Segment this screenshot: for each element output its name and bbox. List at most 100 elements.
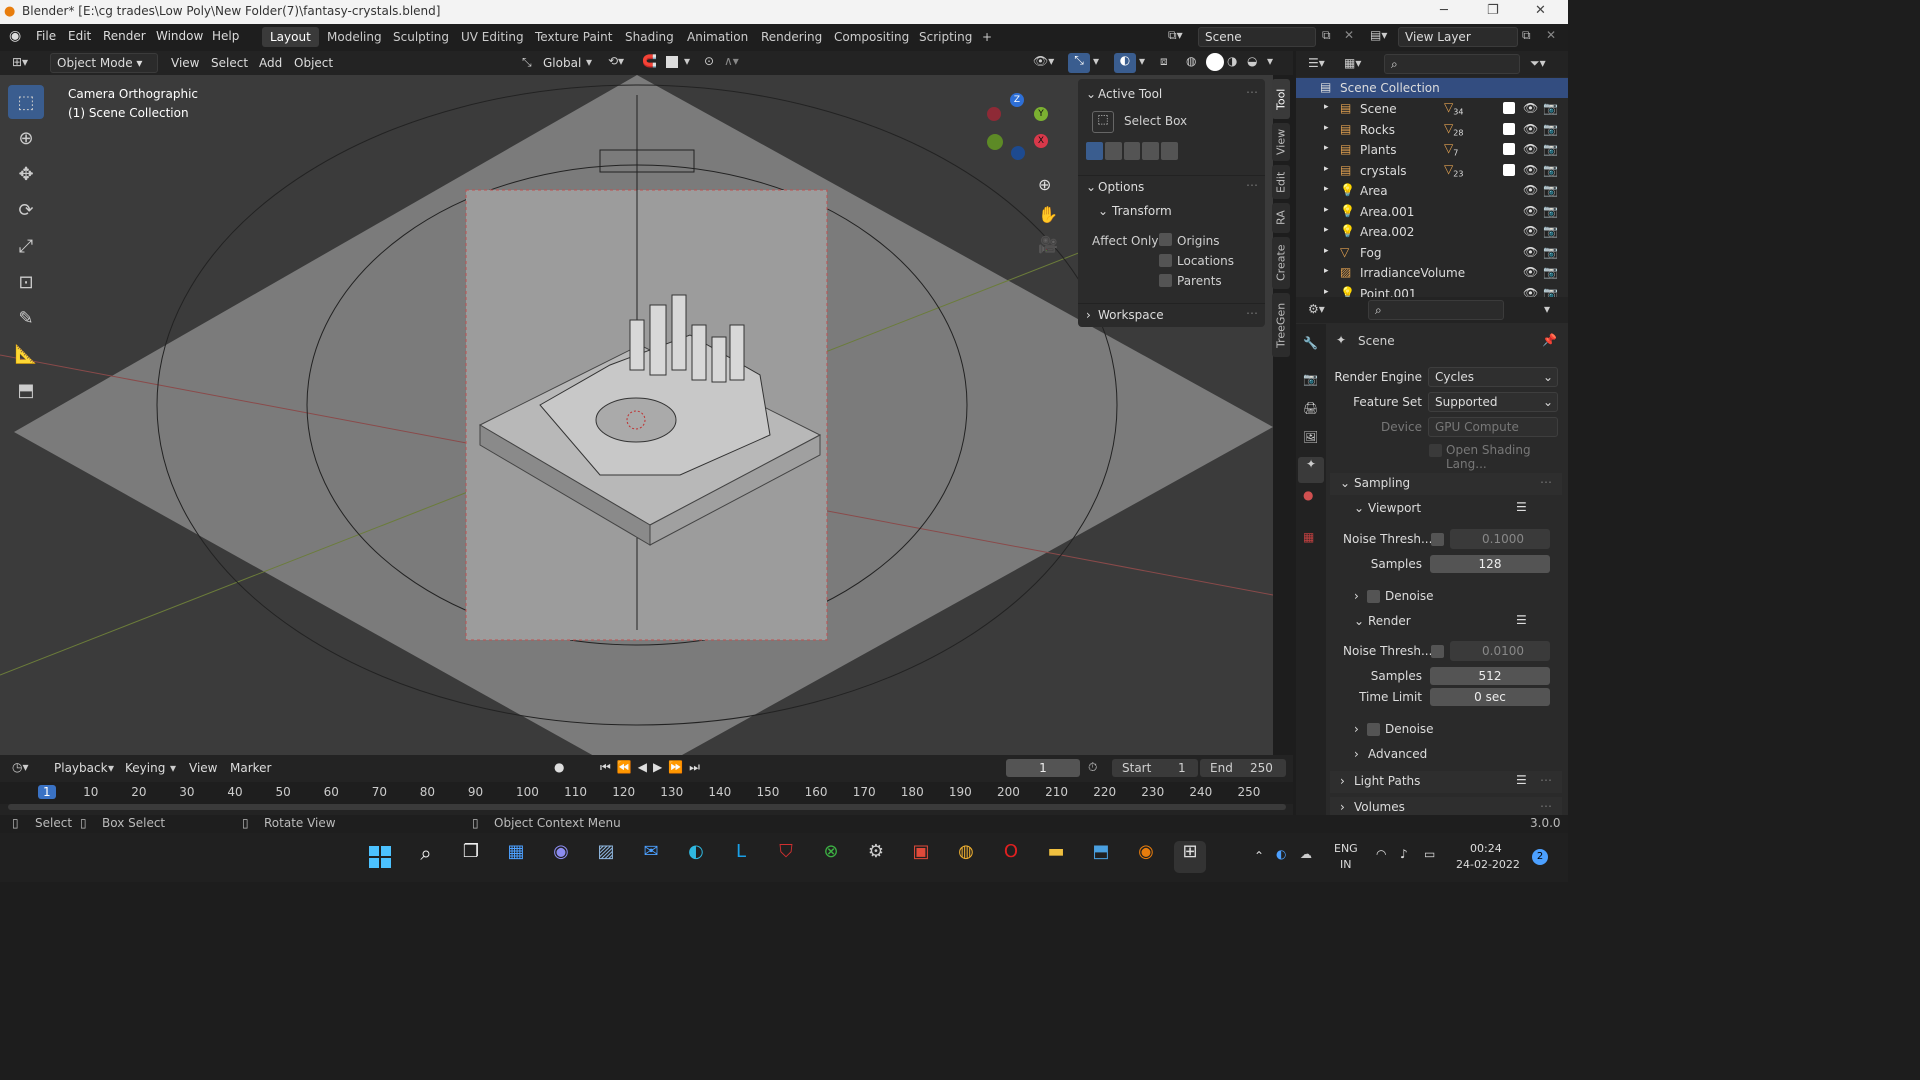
mcafee-icon[interactable]: ⛉ [770,841,802,873]
view-layer-icon[interactable]: ▤▾ [1370,28,1387,42]
material-shading-icon[interactable]: ◑ [1227,54,1237,68]
outliner-row-plants[interactable]: ▸ ▤ Plants ▽7 👁 📷 [1296,140,1568,160]
timeline-menu-view[interactable]: View [189,761,217,775]
search-icon[interactable]: ⌕ [410,841,442,873]
r-noise-field[interactable]: 0.0100 [1450,641,1550,661]
volume-icon[interactable]: ♪ [1400,847,1408,861]
expand-arrow-icon[interactable]: ▸ [1324,143,1329,153]
expand-arrow-icon[interactable]: ▸ [1324,225,1329,235]
mail-icon[interactable]: ✉ [635,841,667,873]
eye-icon[interactable]: 👁 [1523,245,1538,259]
scale-tool-icon[interactable]: ⤢ [8,229,44,263]
world-tab-icon[interactable]: ● [1303,488,1313,502]
render-tab-icon[interactable]: 📷 [1303,372,1318,386]
eye-icon[interactable]: 👁 [1523,122,1538,136]
timeline-menu-marker[interactable]: Marker [230,761,271,775]
gizmo-toggle-icon[interactable]: ⤡ [1068,53,1090,73]
editor-type-icon[interactable]: ⊞▾ [12,55,28,69]
timeline-menu-keying[interactable]: Keying [125,761,165,775]
gizmo-z[interactable]: Z [1010,93,1024,107]
mode-intersect-icon[interactable] [1161,142,1178,160]
menu-help[interactable]: Help [212,29,239,43]
navigation-gizmo[interactable]: Z Y X [983,90,1053,160]
menu-edit[interactable]: Edit [68,29,91,43]
outliner-editor-icon[interactable]: ☰▾ [1308,56,1325,70]
lang-line1[interactable]: ENG [1334,842,1358,855]
wifi-icon[interactable]: ◠ [1376,847,1386,861]
expand-arrow-icon[interactable]: ▸ [1324,287,1329,297]
menu-window[interactable]: Window [156,29,203,43]
minimize-button[interactable]: ─ [1440,3,1448,18]
presets-list-icon[interactable]: ☰ [1516,613,1527,627]
orientation-dropdown[interactable]: Global [543,56,581,70]
outliner-row-crystals[interactable]: ▸ ▤ crystals ▽23 👁 📷 [1296,161,1568,181]
outliner-row-scene[interactable]: ▸ ▤ Scene ▽34 👁 📷 [1296,99,1568,119]
menu-render[interactable]: Render [103,29,146,43]
feature-set-dropdown[interactable]: Supported ⌄ [1428,392,1558,412]
tab-modeling[interactable]: Modeling [319,27,390,47]
chrome-icon[interactable]: ◍ [950,841,982,873]
mode-subtract-icon[interactable] [1123,142,1141,160]
time-limit-field[interactable]: 0 sec [1430,688,1550,706]
app-l-icon[interactable]: L [725,841,757,873]
clock-date[interactable]: 24-02-2022 [1456,858,1520,871]
expand-arrow-icon[interactable]: ▸ [1324,246,1329,256]
camera-render-icon[interactable]: 📷 [1543,204,1558,218]
scene-selector-icon[interactable]: ⧉▾ [1168,28,1183,43]
viewport-menu-view[interactable]: View [171,56,199,70]
falloff-icon[interactable]: ∧▾ [724,54,739,68]
clock-icon[interactable]: ⏱ [1088,760,1097,775]
drag-handle-icon[interactable]: ⋯ [1540,773,1552,787]
tool-tab-icon[interactable]: 🔧 [1303,336,1318,350]
options-chevron-icon[interactable]: ▾ [1544,302,1550,316]
edge-icon[interactable]: ◐ [680,841,712,873]
mode-set-icon[interactable] [1086,142,1103,160]
widgets-icon[interactable]: ▦ [500,841,532,873]
app-blue-icon[interactable]: ⬒ [1085,841,1117,873]
xray-icon[interactable]: ⧈ [1160,54,1168,69]
move-tool-icon[interactable]: ✥ [8,157,44,191]
camera-render-icon[interactable]: 📷 [1543,101,1558,115]
object-mode-dropdown[interactable]: Object Mode ▾ [50,53,158,73]
gizmo-y[interactable]: Y [1034,107,1048,121]
camera-render-icon[interactable]: 📷 [1543,224,1558,238]
timeline-editor-icon[interactable]: ◷▾ [12,760,29,774]
snap-icon[interactable]: 🧲 [642,54,657,68]
render-engine-dropdown[interactable]: Cycles ⌄ [1428,367,1558,387]
camera-render-icon[interactable]: 📷 [1543,265,1558,279]
scene-tab-icon[interactable]: ✦ [1298,457,1324,483]
sampling-panel-header[interactable]: ⌄ Sampling ⋯ [1330,473,1562,495]
exclude-checkbox[interactable] [1503,102,1515,114]
expand-arrow-icon[interactable]: ▸ [1324,102,1329,112]
device-dropdown[interactable]: GPU Compute [1428,417,1558,437]
tab-shading[interactable]: Shading [617,27,682,47]
tab-view[interactable]: View [1272,123,1290,161]
zoom-icon[interactable]: ⊕ [1038,175,1051,194]
exclude-checkbox[interactable] [1503,122,1515,135]
camera-render-icon[interactable]: 📷 [1543,142,1558,156]
frame-ruler[interactable]: 1 10 20 30 40 50 60 70 80 90 100 110 120 130 140 150 160… [0,782,1293,804]
tab-edit[interactable]: Edit [1272,165,1290,199]
clock-time[interactable]: 00:24 [1470,842,1502,855]
properties-search-input[interactable]: ⌕ [1368,300,1504,320]
eye-icon[interactable]: 👁 [1523,204,1538,218]
transform-tool-icon[interactable]: ⊡ [8,265,44,299]
texture-tab-icon[interactable]: ▦ [1303,530,1314,544]
playback-controls[interactable]: ⏮⏪◀▶⏩⏭ [600,760,706,775]
cursor-tool-icon[interactable]: ⊕ [8,121,44,155]
expand-arrow-icon[interactable]: ▸ [1324,266,1329,276]
presets-list-icon[interactable]: ☰ [1516,500,1527,514]
playhead-frame[interactable]: 1 [38,785,56,799]
record-icon[interactable]: ● [554,760,564,774]
timeline-menu-playback[interactable]: Playback [54,761,108,775]
advanced-subpanel-header[interactable]: › Advanced [1330,744,1562,766]
mode-invert-icon[interactable] [1142,142,1160,160]
locations-checkbox[interactable] [1159,254,1172,267]
visibility-icon[interactable]: 👁▾ [1033,54,1054,68]
eye-icon[interactable]: 👁 [1523,183,1538,197]
filter-icon[interactable]: ⏷▾ [1530,56,1546,71]
orientation-chevron-icon[interactable]: ▾ [586,55,592,69]
eye-icon[interactable]: 👁 [1523,142,1538,156]
r-denoise-checkbox[interactable] [1367,723,1380,736]
tab-ra[interactable]: RA [1272,203,1290,233]
